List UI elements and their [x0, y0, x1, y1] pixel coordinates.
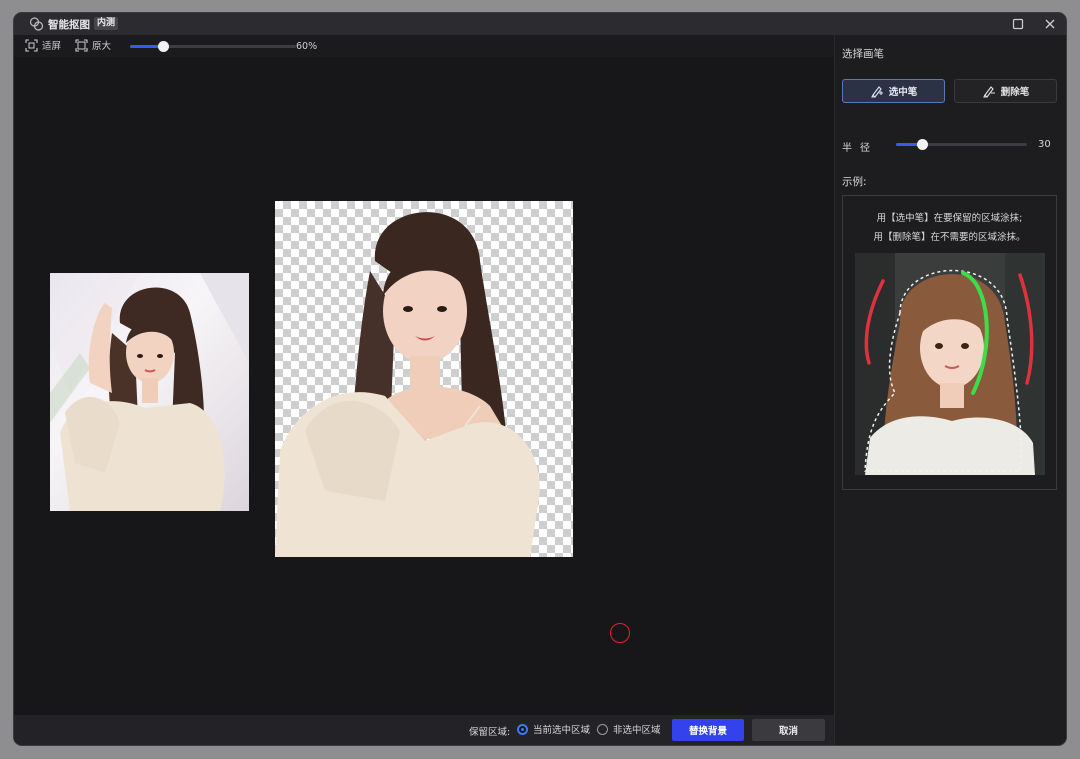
cancel-button[interactable]: 取消 [752, 719, 825, 741]
erase-brush-button[interactable]: 删除笔 [954, 79, 1057, 103]
title-bar: 智能抠图 内测 [14, 13, 1066, 35]
brush-cursor [610, 623, 630, 643]
editing-canvas[interactable] [14, 57, 834, 715]
radio-current-label: 当前选中区域 [533, 725, 591, 736]
fit-screen-button[interactable]: 适屏 [25, 38, 61, 52]
example-instruction-erase: 用【删除笔】在不需要的区域涂抹。 [873, 232, 1026, 243]
example-box: 用【选中笔】在要保留的区域涂抹; 用【删除笔】在不需要的区域涂抹。 [842, 195, 1057, 490]
example-instruction-select: 用【选中笔】在要保留的区域涂抹; [876, 213, 1023, 224]
zoom-value: 60% [296, 41, 318, 52]
close-icon[interactable] [1043, 17, 1057, 31]
smart-cutout-window: 智能抠图 内测 适屏 原大 60% 保留区域: 当前选中区域 非选中区域 替换背… [14, 13, 1066, 745]
zoom-slider-handle[interactable] [158, 41, 170, 52]
maximize-icon[interactable] [1011, 17, 1025, 31]
radio-selected-icon [517, 723, 528, 735]
example-photo-drawing [855, 253, 1045, 475]
app-icon [29, 17, 44, 31]
brush-panel: 选择画笔 选中笔 删除笔 半径 30 示例: 用【选中笔】在要保留的区域涂抹; … [834, 35, 1066, 745]
radio-unselected-icon [597, 723, 608, 735]
select-brush-label: 选中笔 [888, 87, 918, 98]
cutout-photo [275, 201, 573, 557]
radius-slider[interactable] [896, 139, 1027, 150]
radius-slider-handle[interactable] [917, 139, 929, 150]
original-size-button[interactable]: 原大 [75, 38, 111, 52]
radio-current-selection[interactable]: 当前选中区域 [517, 722, 590, 736]
keep-area-label: 保留区域: [469, 727, 511, 738]
window-title: 智能抠图 [48, 19, 90, 31]
beta-badge: 内测 [94, 17, 119, 30]
fit-screen-label: 适屏 [42, 41, 62, 52]
replace-background-button[interactable]: 替换背景 [672, 719, 744, 741]
erase-brush-icon [982, 86, 995, 98]
fit-screen-icon [25, 38, 38, 52]
original-photo-drawing [50, 273, 249, 511]
radius-label: 半径 [842, 143, 878, 154]
original-size-icon [75, 38, 88, 52]
panel-title: 选择画笔 [842, 48, 884, 60]
select-brush-icon [870, 86, 883, 98]
radius-value: 30 [1038, 139, 1051, 150]
radio-other-label: 非选中区域 [613, 725, 661, 736]
cutout-photo-drawing [275, 212, 540, 557]
zoom-slider[interactable] [130, 41, 296, 52]
original-size-label: 原大 [92, 41, 112, 52]
select-brush-button[interactable]: 选中笔 [842, 79, 945, 103]
view-toolbar: 适屏 原大 60% [14, 35, 834, 57]
example-photo [855, 253, 1045, 475]
original-photo [50, 273, 249, 511]
action-footer: 保留区域: 当前选中区域 非选中区域 替换背景 取消 [14, 715, 834, 745]
example-label: 示例: [842, 176, 867, 188]
radio-non-selection[interactable]: 非选中区域 [597, 722, 661, 736]
erase-brush-label: 删除笔 [1000, 87, 1030, 98]
